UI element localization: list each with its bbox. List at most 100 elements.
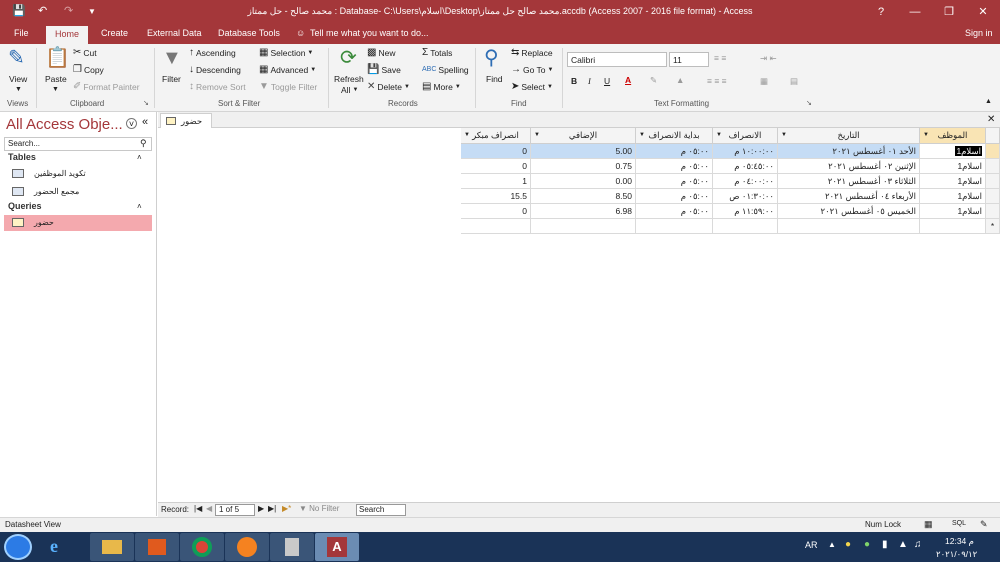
align-icons[interactable]: ≡ ≡ ≡ <box>707 76 727 86</box>
cell-employee[interactable]: اسلام1 <box>920 159 986 174</box>
chrome-icon[interactable] <box>180 533 224 561</box>
sign-in-link[interactable]: Sign in <box>965 28 993 38</box>
cell-departure[interactable]: ١٠:٠٠:٠٠ م <box>713 144 778 159</box>
spelling-button[interactable]: ABC Spelling <box>422 65 469 75</box>
refresh-all-button[interactable]: Refresh <box>334 74 364 84</box>
nav-menu-chevron-icon[interactable]: ˅ <box>126 118 137 129</box>
view-dropdown-icon[interactable]: ▼ <box>15 86 22 93</box>
find-button[interactable]: Find <box>486 74 503 84</box>
remove-sort-button[interactable]: ↕ Remove Sort <box>189 82 246 93</box>
bold-button[interactable]: B <box>571 76 577 86</box>
file-explorer-icon[interactable] <box>90 533 134 561</box>
cell-departure[interactable]: ٠١:٣٠:٠٠ ص <box>713 189 778 204</box>
new-row-cell-date[interactable] <box>778 219 920 234</box>
nav-item-query-attendance[interactable]: حضور <box>4 215 152 231</box>
column-header-departure-start[interactable]: بداية الانصراف ▼ <box>636 128 713 144</box>
shutter-bar-icon[interactable]: « <box>142 116 148 128</box>
cell-date[interactable]: الأحد ٠١ أغسطس ٢٠٢١ <box>778 144 920 159</box>
cell-overtime[interactable]: 6.98 <box>531 204 636 219</box>
nav-item-table-attendance[interactable]: مجمع الحضور <box>4 184 152 200</box>
nav-item-table-employees[interactable]: تكويد الموظفين <box>4 166 152 182</box>
restore-icon[interactable]: ❐ <box>932 0 966 24</box>
new-record-button[interactable]: ▩ New <box>367 48 395 59</box>
start-button[interactable] <box>4 534 32 560</box>
cell-departure-start[interactable]: ٠٥:٠٠ م <box>636 174 713 189</box>
tray-app-icon[interactable]: ● <box>845 539 851 550</box>
copy-button[interactable]: ❐ Copy <box>73 65 104 76</box>
replace-button[interactable]: ⇆ Replace <box>511 48 553 59</box>
font-color-icon[interactable]: A <box>625 75 631 85</box>
delete-button[interactable]: ✕ Delete ▼ <box>367 82 410 93</box>
tell-me-box[interactable]: Tell me what you want to do... <box>310 28 429 38</box>
volume-icon[interactable]: ♫ <box>914 539 922 550</box>
language-indicator[interactable]: AR <box>805 540 818 550</box>
toggle-filter-button[interactable]: ▼ Toggle Filter <box>259 82 317 93</box>
no-filter-button[interactable]: ▼ No Filter <box>299 504 339 513</box>
new-record-nav-icon[interactable]: ▶* <box>282 504 291 513</box>
alt-row-color-icon[interactable]: ▤ <box>790 76 798 87</box>
datasheet-view-icon[interactable]: ▦ <box>924 519 933 530</box>
tab-create[interactable]: Create <box>101 28 128 38</box>
minimize-icon[interactable]: — <box>898 0 932 24</box>
nav-search-input[interactable]: Search... <box>4 137 152 151</box>
cell-early-leave[interactable]: 0 <box>461 204 531 219</box>
new-row-cell-departure[interactable] <box>713 219 778 234</box>
cell-early-leave[interactable]: 0 <box>461 159 531 174</box>
refresh-all-label[interactable]: All ▼ <box>341 85 358 95</box>
row-selector[interactable] <box>986 144 1000 159</box>
cell-overtime[interactable]: 5.00 <box>531 144 636 159</box>
new-row-cell-employee[interactable] <box>920 219 986 234</box>
row-selector[interactable] <box>986 174 1000 189</box>
cell-date[interactable]: الخميس ٠٥ أغسطس ٢٠٢١ <box>778 204 920 219</box>
firefox-icon[interactable] <box>225 533 269 561</box>
column-header-departure[interactable]: الانصراف ▼ <box>713 128 778 144</box>
help-button[interactable]: ? <box>864 0 898 24</box>
font-size-select[interactable]: 11 <box>669 52 709 67</box>
chevron-down-icon[interactable]: ▼ <box>781 128 787 143</box>
chevron-down-icon[interactable]: ▼ <box>716 128 722 143</box>
tray-shield-icon[interactable]: ● <box>864 539 870 550</box>
ascending-button[interactable]: ↑ Ascending <box>189 48 236 59</box>
format-painter-button[interactable]: ✐ Format Painter <box>73 82 140 93</box>
cell-departure-start[interactable]: ٠٥:٠٠ م <box>636 159 713 174</box>
fill-color-icon[interactable]: ▲ <box>676 75 684 85</box>
cell-early-leave[interactable]: 0 <box>461 144 531 159</box>
cell-early-leave[interactable]: 1 <box>461 174 531 189</box>
design-view-icon[interactable]: ✎ <box>980 519 988 530</box>
indent-icon[interactable]: ⇥ ⇤ <box>760 53 777 64</box>
column-header-overtime[interactable]: الإضافي ▼ <box>531 128 636 144</box>
font-name-select[interactable]: Calibri <box>567 52 667 67</box>
underline-button[interactable]: U <box>604 76 610 86</box>
tab-database-tools[interactable]: Database Tools <box>218 28 280 38</box>
tab-query-attendance[interactable]: حضور <box>160 113 212 128</box>
highlight-icon[interactable]: ✎ <box>650 75 657 86</box>
cell-departure-start[interactable]: ٠٥:٠٠ م <box>636 144 713 159</box>
calculator-icon[interactable] <box>270 533 314 561</box>
select-all-corner[interactable] <box>986 128 1000 144</box>
chevron-down-icon[interactable]: ▼ <box>923 128 929 143</box>
tab-home[interactable]: Home <box>46 26 89 44</box>
collapse-tables-icon[interactable]: ˄ <box>137 153 142 162</box>
cell-employee[interactable]: اسلام1 <box>920 174 986 189</box>
last-record-icon[interactable]: ▶| <box>268 504 276 513</box>
clock-time[interactable]: 12:34 م <box>945 536 974 547</box>
cut-button[interactable]: ✂ Cut <box>73 48 97 59</box>
collapse-ribbon-icon[interactable]: ▲ <box>985 98 992 105</box>
sql-view-button[interactable]: SQL <box>952 520 966 527</box>
first-record-icon[interactable]: |◀ <box>194 504 202 513</box>
cell-date[interactable]: الأربعاء ٠٤ أغسطس ٢٠٢١ <box>778 189 920 204</box>
clock-date[interactable]: ٢٠٢١/٠٩/١٢ <box>936 549 977 560</box>
cell-early-leave[interactable]: 15.5 <box>461 189 531 204</box>
advanced-button[interactable]: ▦ Advanced ▼ <box>259 65 316 76</box>
descending-button[interactable]: ↓ Descending <box>189 65 241 76</box>
battery-icon[interactable]: ▮ <box>882 539 888 550</box>
column-header-employee[interactable]: الموظف ▼ <box>920 128 986 144</box>
cell-date[interactable]: الإثنين ٠٢ أغسطس ٢٠٢١ <box>778 159 920 174</box>
nav-section-queries[interactable]: Queries <box>4 201 152 215</box>
cell-overtime[interactable]: 0.00 <box>531 174 636 189</box>
goto-button[interactable]: → Go To ▼ <box>511 65 553 76</box>
cell-employee[interactable]: اسلام1 <box>920 204 986 219</box>
row-selector[interactable] <box>986 204 1000 219</box>
media-player-icon[interactable] <box>135 533 179 561</box>
column-header-early-leave[interactable]: انصراف مبكر ▼ <box>461 128 531 144</box>
